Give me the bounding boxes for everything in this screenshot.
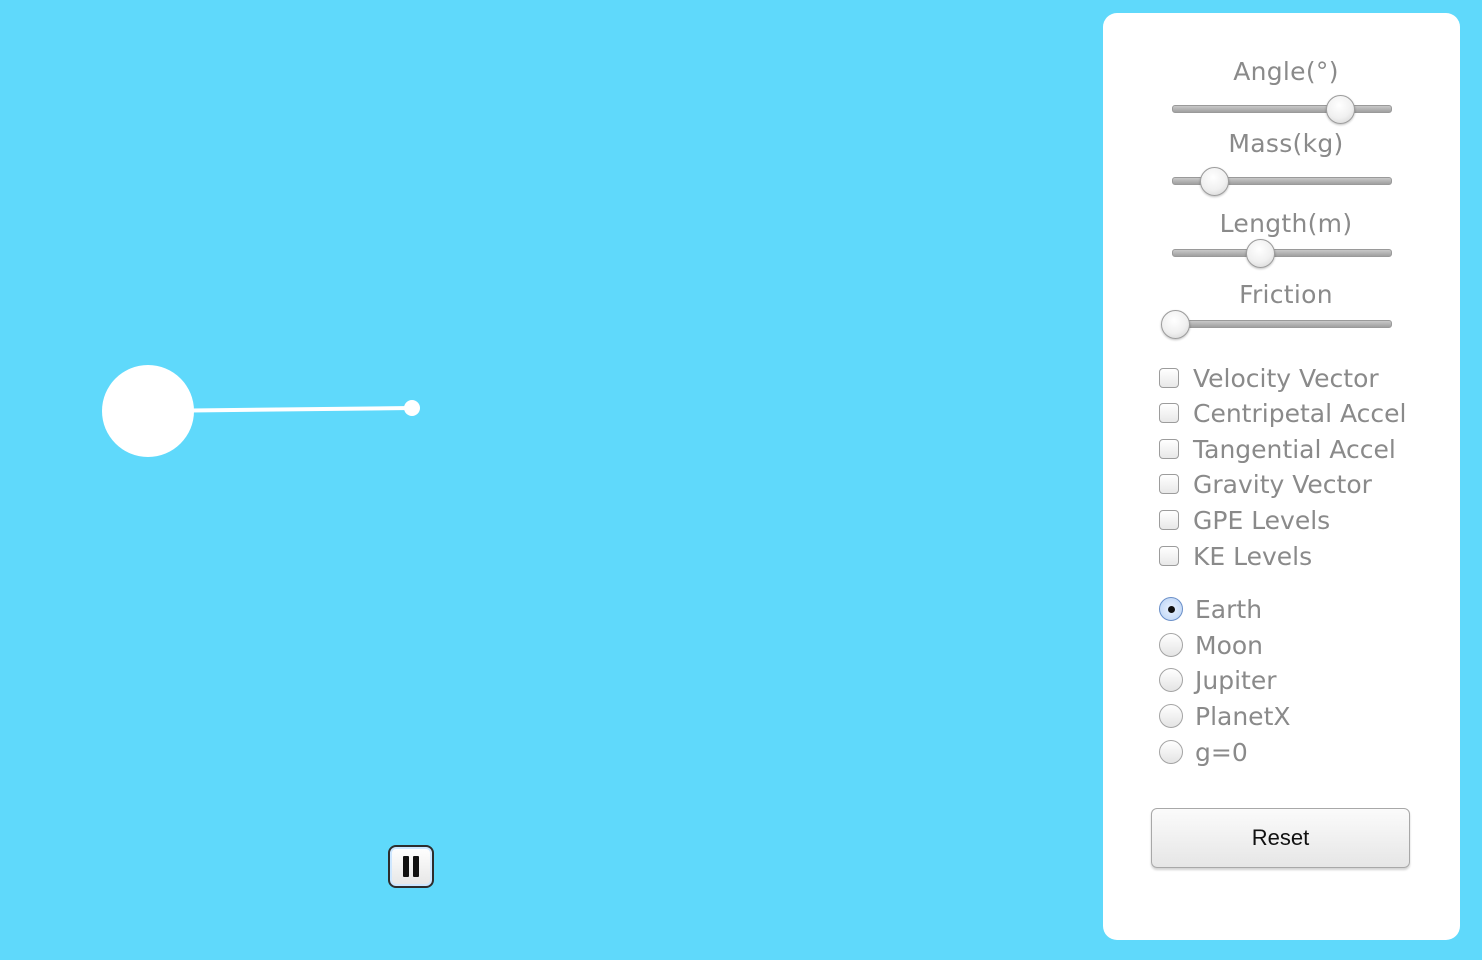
radio-label: g=0 (1195, 737, 1248, 767)
simulation-area[interactable] (0, 0, 1095, 960)
radio-label: Moon (1195, 630, 1264, 660)
radio-earth[interactable]: Earth (1159, 594, 1262, 624)
checkbox-tangential-accel[interactable]: Tangential Accel (1159, 434, 1396, 464)
checkbox-ke-levels[interactable]: KE Levels (1159, 541, 1312, 571)
slider-angle-thumb[interactable] (1326, 95, 1356, 124)
radio-jupiter[interactable]: Jupiter (1159, 665, 1277, 695)
checkbox-label: GPE Levels (1193, 505, 1331, 535)
radio-button[interactable] (1159, 633, 1183, 657)
slider-mass-label: Mass(kg) (1228, 129, 1344, 158)
checkbox-label: Velocity Vector (1193, 363, 1379, 393)
radio-g-zero[interactable]: g=0 (1159, 737, 1248, 767)
radio-moon[interactable]: Moon (1159, 630, 1263, 660)
radio-button[interactable] (1159, 704, 1183, 728)
radio-button[interactable] (1159, 668, 1183, 692)
checkbox-box[interactable] (1159, 368, 1179, 388)
slider-friction-thumb[interactable] (1160, 310, 1190, 339)
checkbox-box[interactable] (1159, 474, 1179, 494)
pendulum-canvas (102, 365, 420, 457)
slider-angle-track[interactable] (1172, 105, 1392, 113)
checkbox-label: Gravity Vector (1193, 469, 1372, 499)
checkbox-box[interactable] (1159, 546, 1179, 566)
slider-friction-track[interactable] (1172, 320, 1392, 328)
radio-label: Earth (1195, 594, 1263, 624)
pendulum-pivot (404, 400, 420, 416)
slider-length-label: Length(m) (1219, 209, 1353, 238)
slider-angle-label: Angle(°) (1233, 57, 1339, 86)
checkbox-box[interactable] (1159, 403, 1179, 423)
radio-button[interactable] (1159, 597, 1183, 621)
reset-button[interactable]: Reset (1151, 808, 1410, 868)
checkbox-velocity-vector[interactable]: Velocity Vector (1159, 363, 1379, 393)
checkbox-gravity-vector[interactable]: Gravity Vector (1159, 469, 1372, 499)
pause-button[interactable] (388, 845, 434, 888)
slider-mass-thumb[interactable] (1199, 167, 1229, 196)
checkbox-gpe-levels[interactable]: GPE Levels (1159, 505, 1330, 535)
checkbox-box[interactable] (1159, 439, 1179, 459)
pause-icon (401, 856, 421, 877)
checkbox-label: Tangential Accel (1193, 434, 1396, 464)
checkbox-box[interactable] (1159, 510, 1179, 530)
checkbox-label: KE Levels (1193, 541, 1313, 571)
slider-length-track[interactable] (1172, 249, 1392, 257)
slider-friction-label: Friction (1239, 280, 1333, 309)
slider-length-thumb[interactable] (1245, 239, 1275, 268)
radio-button[interactable] (1159, 740, 1183, 764)
radio-label: PlanetX (1195, 701, 1291, 731)
control-panel: Angle(°) Mass(kg) Length(m) Friction Vel… (1103, 13, 1460, 940)
radio-selected-dot (1167, 605, 1175, 613)
checkbox-label: Centripetal Accel (1193, 398, 1407, 428)
radio-planetx[interactable]: PlanetX (1159, 701, 1291, 731)
radio-label: Jupiter (1195, 665, 1277, 695)
checkbox-centripetal-accel[interactable]: Centripetal Accel (1159, 398, 1406, 428)
pendulum-bob[interactable] (102, 365, 194, 457)
